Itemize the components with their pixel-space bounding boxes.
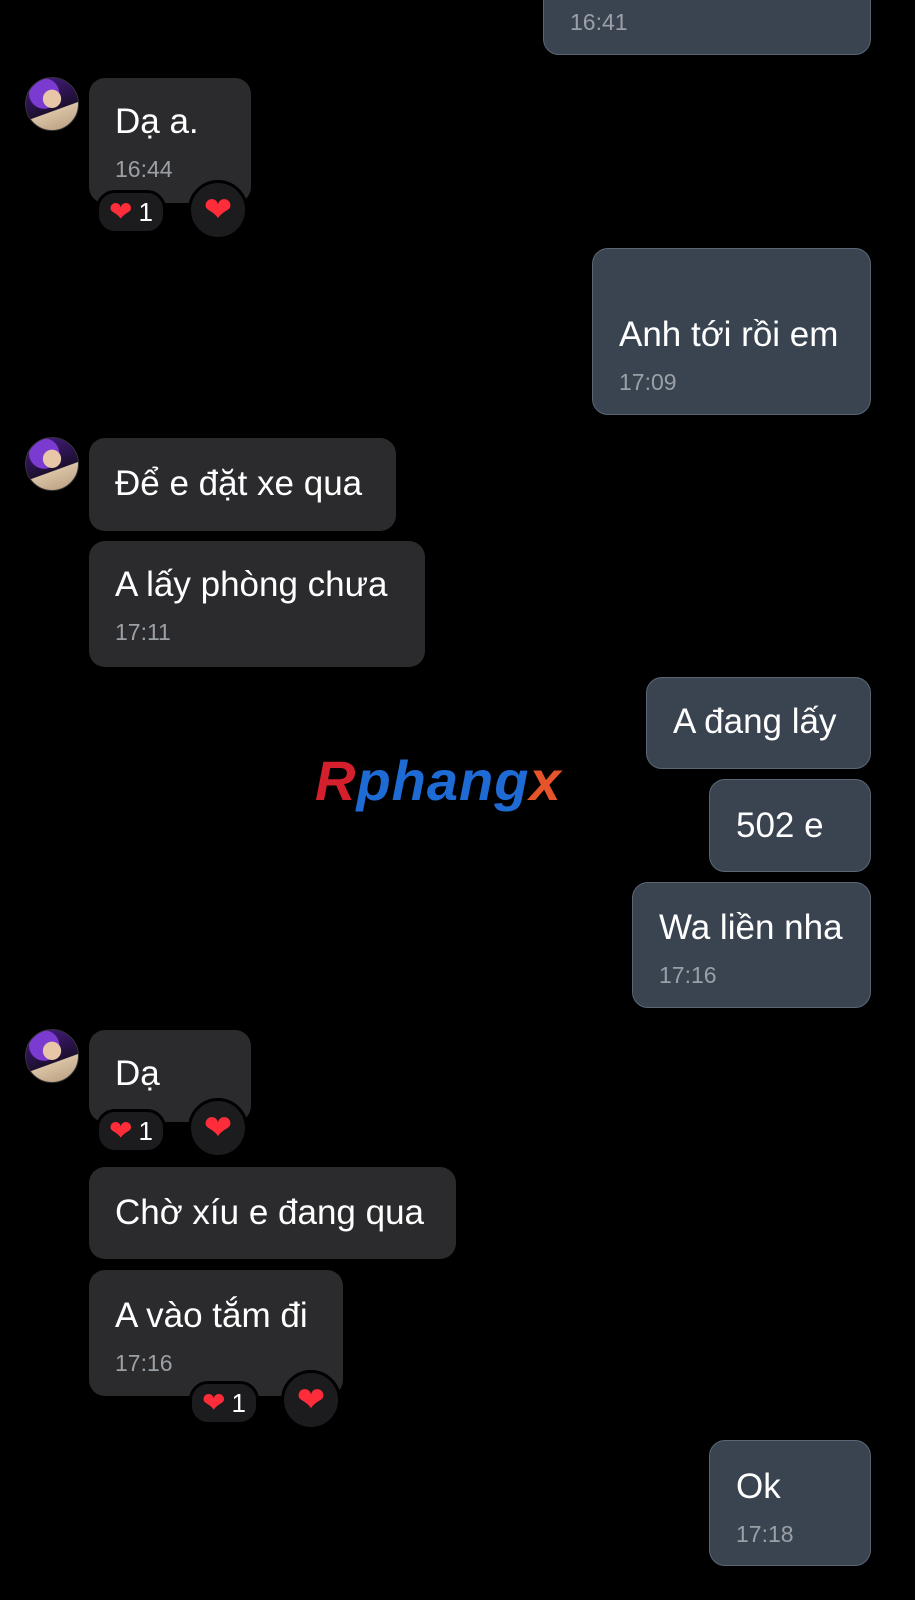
message-text: A vào tắm đi [115,1296,308,1335]
message-time: 17:09 [619,369,677,395]
heart-icon: ❤ [203,1109,233,1147]
incoming-message-bubble[interactable]: Chờ xíu e đang qua [89,1167,456,1259]
watermark-part: x [529,749,562,812]
react-button[interactable]: ❤ [281,1370,341,1430]
outgoing-message-bubble[interactable]: Ok 17:18 [709,1440,871,1566]
message-text: Dạ [115,1054,160,1093]
message-text: Dạ a. [115,102,199,141]
message-time: 17:16 [115,1350,173,1376]
message-text: Chờ xíu e đang qua [115,1193,425,1232]
reaction-count: 1 [138,1115,153,1146]
outgoing-message-bubble[interactable]: 16:41 [543,0,871,55]
outgoing-message-bubble[interactable]: A đang lấy [646,677,871,769]
contact-avatar[interactable] [25,437,79,491]
heart-icon: ❤ [296,1381,326,1419]
outgoing-message-bubble[interactable]: 502 e [709,779,871,872]
watermark-logo: Rphangx [315,748,562,813]
message-text: 502 e [736,806,824,845]
message-time: 16:44 [115,156,173,182]
message-text: Để e đặt xe qua [115,464,363,503]
message-time: 17:11 [115,619,171,645]
incoming-message-bubble[interactable]: Để e đặt xe qua [89,438,396,531]
watermark-part: R [315,749,357,812]
incoming-message-bubble[interactable]: A lấy phòng chưa 17:11 [89,541,425,667]
contact-avatar[interactable] [25,77,79,131]
heart-icon: ❤ [109,1115,133,1146]
react-button[interactable]: ❤ [188,1098,248,1158]
reaction-count-badge[interactable]: ❤ 1 [96,1109,166,1153]
message-time: 16:41 [570,9,628,35]
reaction-count-badge[interactable]: ❤ 1 [96,190,166,234]
message-text: A lấy phòng chưa [115,565,388,604]
reaction-count: 1 [138,196,153,227]
heart-icon: ❤ [109,196,133,227]
reaction-count: 1 [231,1387,246,1418]
message-time: 17:18 [736,1521,794,1547]
message-text: Anh tới rồi em [619,315,839,354]
message-text: Wa liền nha [659,908,843,947]
message-text: Ok [736,1467,781,1506]
react-button[interactable]: ❤ [188,180,248,240]
heart-icon: ❤ [202,1387,226,1418]
reaction-count-badge[interactable]: ❤ 1 [189,1381,259,1425]
message-time: 17:16 [659,962,717,988]
watermark-part: phang [356,749,530,812]
outgoing-message-bubble[interactable]: Anh tới rồi em 17:09 [592,248,871,415]
outgoing-message-bubble[interactable]: Wa liền nha 17:16 [632,882,871,1008]
contact-avatar[interactable] [25,1029,79,1083]
message-text: A đang lấy [673,702,837,741]
heart-icon: ❤ [203,191,233,229]
